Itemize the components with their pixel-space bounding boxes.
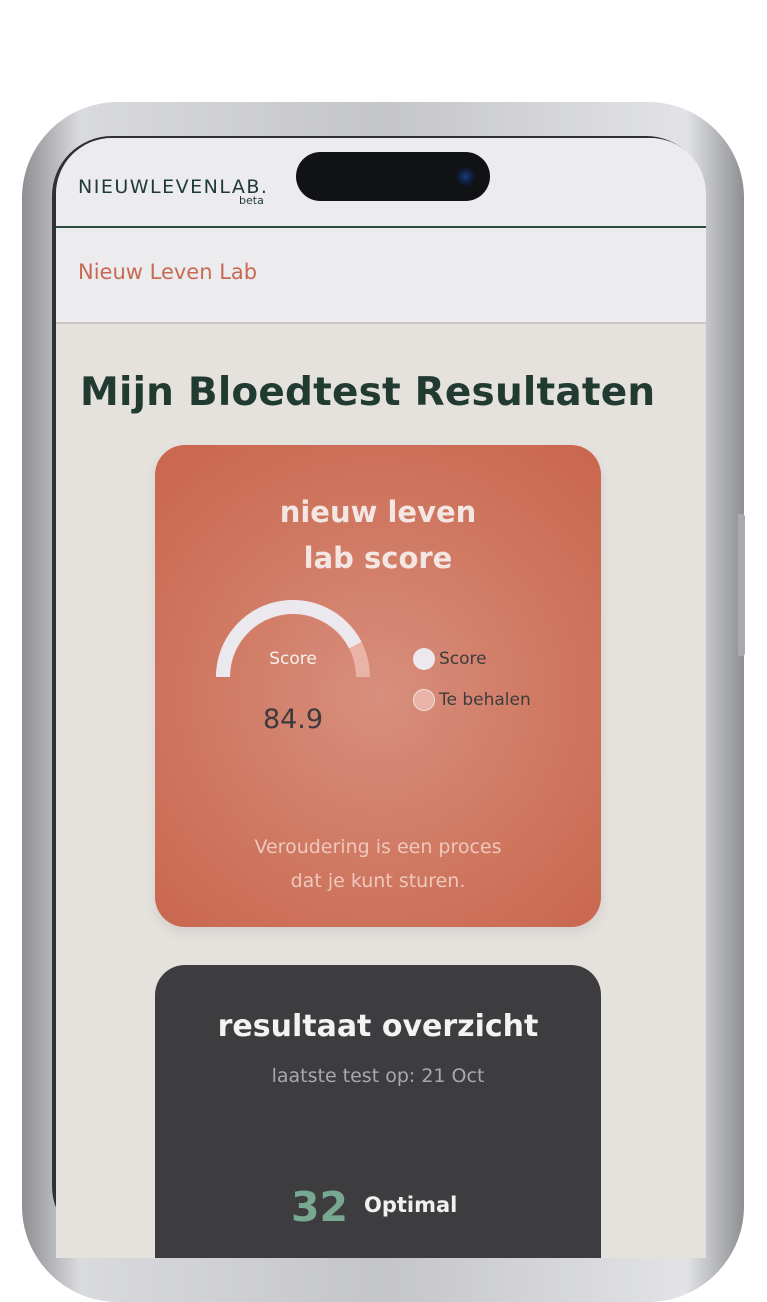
score-tagline: Veroudering is een proces dat je kunt st… [155,830,601,898]
nav-title-link[interactable]: Nieuw Leven Lab [78,260,257,284]
optimal-count: 32 [291,1183,349,1231]
phone-side-button [738,514,745,656]
tagline-line: Veroudering is een proces [254,836,502,858]
optimal-label[interactable]: Optimal [364,1193,457,1217]
score-card-title: nieuw leven lab score [279,495,477,575]
camera-icon [456,167,475,186]
beta-badge: beta [239,194,264,207]
legend-item-te-behalen[interactable]: Te behalen [413,689,531,711]
overview-title: resultaat overzicht [217,1009,539,1044]
dynamic-island [296,152,490,201]
page-title: Mijn Bloedtest Resultaten [80,370,656,415]
score-value: 84.9 [262,704,324,735]
score-gauge [216,600,370,678]
gauge-label: Score [269,649,317,669]
legend-label: Score [439,649,487,669]
legend-dot-icon [413,648,435,670]
score-card: nieuw leven lab score Score 84.9 Score T… [155,445,601,927]
result-overview-card: resultaat overzicht laatste test op: 21 … [155,965,601,1258]
navbar: Nieuw Leven Lab [56,228,706,324]
tagline-line: dat je kunt sturen. [290,870,466,892]
last-test-date: laatste test op: 21 Oct [271,1065,485,1087]
legend-item-score[interactable]: Score [413,648,487,670]
legend-dot-icon [413,689,435,711]
top-bar: NIEUWLEVENLAB. beta [56,138,706,228]
app-screen: NIEUWLEVENLAB. beta Nieuw Leven Lab Mijn… [56,138,706,1258]
legend-label: Te behalen [439,690,531,710]
